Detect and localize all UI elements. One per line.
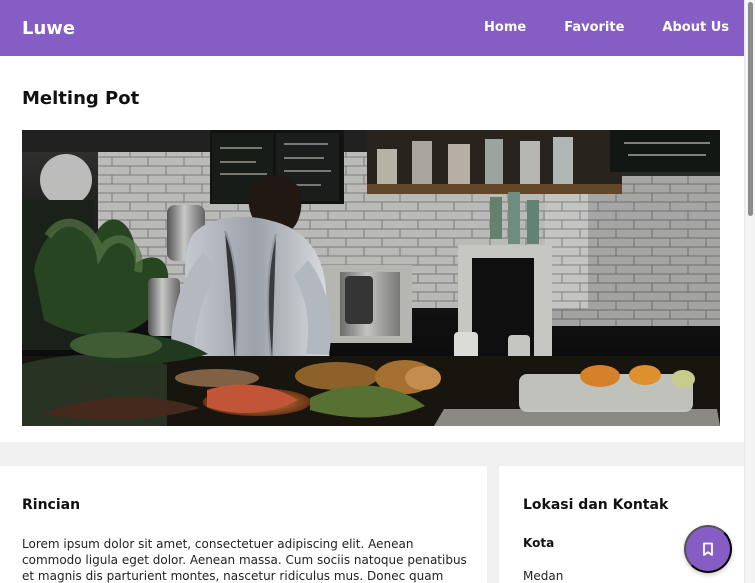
main-navigation: Home Favorite About Us bbox=[484, 0, 729, 56]
app-page: Luwe Home Favorite About Us Melting Pot bbox=[0, 0, 755, 583]
restaurant-name: Melting Pot bbox=[22, 88, 140, 109]
nav-home-link[interactable]: Home bbox=[484, 0, 526, 56]
page-scrollbar-thumb[interactable] bbox=[748, 2, 753, 216]
favorite-bookmark-button[interactable] bbox=[684, 525, 732, 573]
page-scrollbar[interactable] bbox=[744, 0, 755, 583]
brand-logo[interactable]: Luwe bbox=[22, 18, 75, 39]
page-viewport: Luwe Home Favorite About Us Melting Pot bbox=[0, 0, 744, 583]
nav-about-us-link[interactable]: About Us bbox=[662, 0, 729, 56]
details-card: Rincian Lorem ipsum dolor sit amet, cons… bbox=[0, 466, 487, 583]
location-contact-heading: Lokasi dan Kontak bbox=[523, 497, 669, 513]
nav-favorite-link[interactable]: Favorite bbox=[564, 0, 624, 56]
restaurant-hero-card: Melting Pot bbox=[0, 56, 744, 442]
restaurant-info-section: Rincian Lorem ipsum dolor sit amet, cons… bbox=[0, 466, 744, 583]
city-label: Kota bbox=[523, 536, 555, 550]
city-value: Medan bbox=[523, 569, 564, 583]
top-navigation-bar: Luwe Home Favorite About Us bbox=[0, 0, 744, 56]
restaurant-photo bbox=[22, 130, 720, 426]
details-description: Lorem ipsum dolor sit amet, consectetuer… bbox=[22, 537, 467, 583]
details-heading: Rincian bbox=[22, 497, 81, 513]
bookmark-icon bbox=[703, 542, 713, 556]
